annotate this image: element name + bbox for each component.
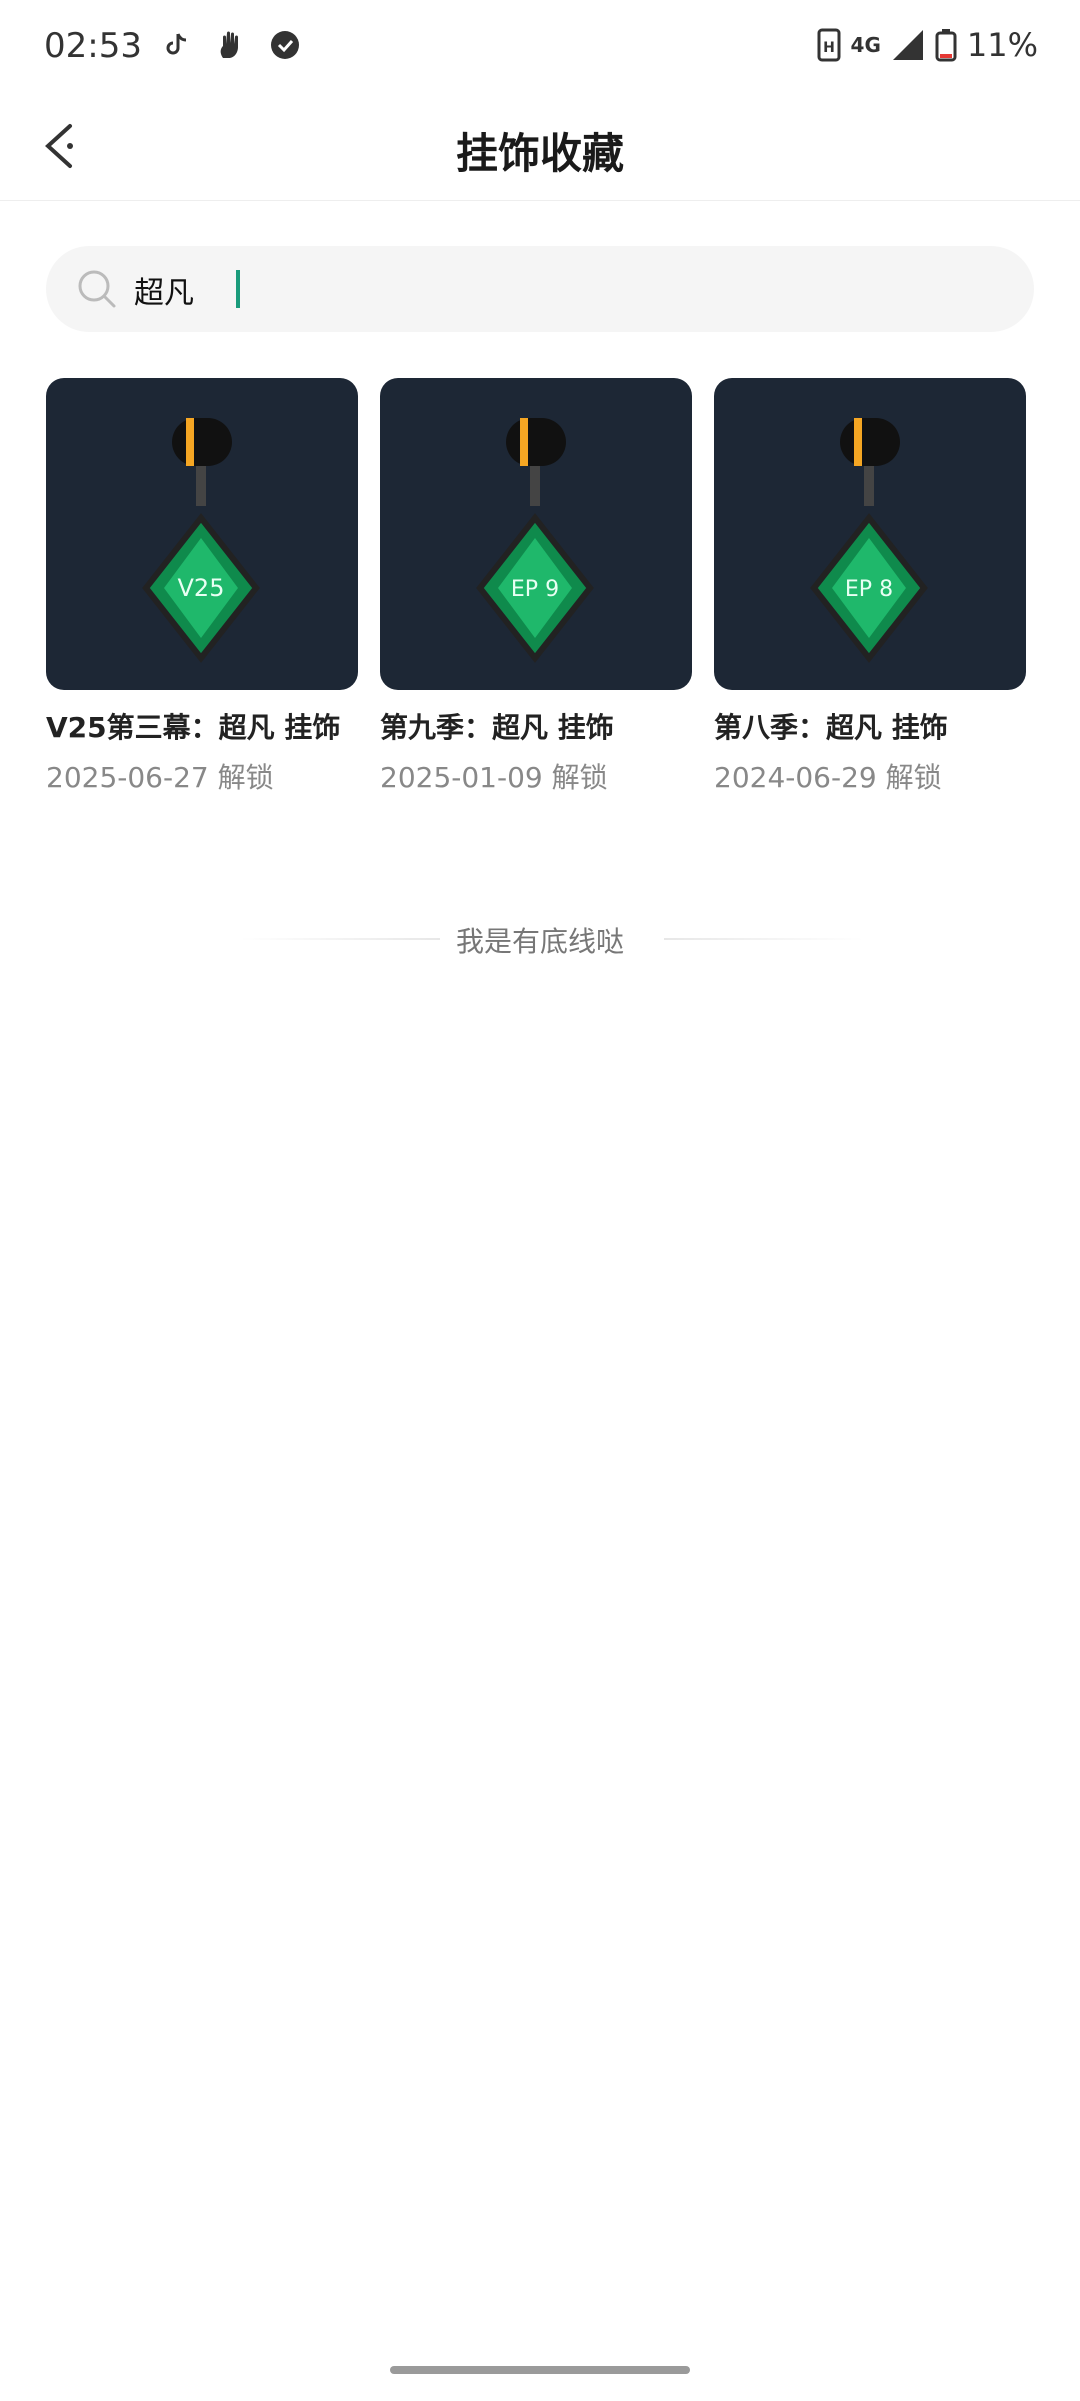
svg-text:H: H	[823, 40, 835, 56]
badge-text: V25	[178, 574, 225, 602]
pendant-card[interactable]: V25 V25第三幕：超凡 挂饰 2025-06-27 解锁	[46, 378, 358, 796]
end-of-list: 我是有底线哒	[0, 920, 1080, 960]
pendant-date: 2024-06-29 解锁	[714, 761, 942, 794]
status-bar: 02:53 H 4G 11%	[0, 0, 1080, 96]
battery-icon	[935, 29, 957, 62]
pendant-date: 2025-06-27 解锁	[46, 761, 274, 794]
tiktok-icon	[166, 33, 187, 55]
badge-text: EP 8	[845, 577, 893, 602]
network-type: 4G	[850, 33, 881, 57]
pendant-image: EP 9	[380, 378, 692, 690]
pendant-image: EP 8	[714, 378, 1026, 690]
signal-icon	[892, 30, 923, 60]
divider-right	[664, 938, 864, 940]
pendant-card[interactable]: EP 9 第九季：超凡 挂饰 2025-01-09 解锁	[380, 378, 692, 796]
pendant-image: V25	[46, 378, 358, 690]
page-title: 挂饰收藏	[455, 129, 624, 178]
pendant-card[interactable]: EP 8 第八季：超凡 挂饰 2024-06-29 解锁	[714, 378, 1026, 796]
search-input[interactable]	[132, 262, 522, 318]
status-right: H 4G 11%	[817, 26, 1038, 64]
header: 挂饰收藏	[0, 96, 1080, 201]
pendant-grid: V25 V25第三幕：超凡 挂饰 2025-06-27 解锁 EP 9 第九季：…	[46, 378, 1034, 798]
pendant-title: 第九季：超凡 挂饰	[380, 711, 614, 744]
badge-text: EP 9	[511, 577, 559, 602]
home-indicator[interactable]	[390, 2366, 690, 2374]
pendant-title: 第八季：超凡 挂饰	[714, 711, 948, 744]
pendant-date: 2025-01-09 解锁	[380, 761, 608, 794]
search-bar[interactable]	[46, 246, 1034, 332]
shield-icon	[271, 31, 299, 59]
search-icon	[78, 270, 116, 308]
battery-percent: 11%	[966, 26, 1038, 64]
divider-left	[240, 938, 440, 940]
end-text: 我是有底线哒	[455, 925, 624, 958]
text-caret	[236, 270, 240, 308]
hd-icon: H	[817, 28, 841, 62]
pendant-title: V25第三幕：超凡 挂饰	[46, 711, 341, 744]
hand-icon	[220, 31, 238, 58]
status-time: 02:53	[44, 26, 142, 66]
